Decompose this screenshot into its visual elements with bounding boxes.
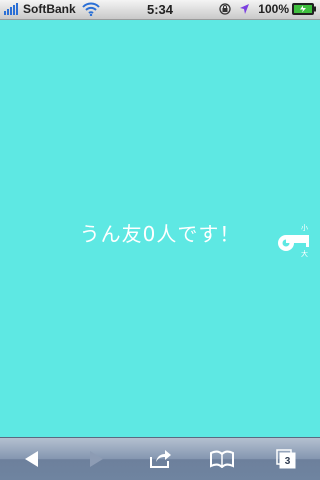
whistle-small-label: 小 [301,223,308,232]
share-icon [150,450,171,468]
bookmarks-button[interactable] [209,447,235,471]
browser-toolbar: 3 [0,437,320,480]
whistle-icon[interactable]: 小 大 [276,220,310,260]
status-bar: SoftBank 5:34 100% [0,0,320,20]
battery-icon [292,3,316,15]
back-button[interactable] [19,447,45,471]
forward-button[interactable] [83,447,109,471]
share-button[interactable] [147,447,173,471]
back-arrow-icon [25,451,38,467]
status-right: 100% [219,2,316,16]
main-content: うん友0人です！ 小 大 [0,20,320,437]
tabs-button[interactable]: 3 [273,447,299,471]
friend-count-message: うん友0人です！ [79,222,241,246]
whistle-large-label: 大 [301,249,308,258]
rotation-lock-icon [219,3,231,15]
bookmarks-book-icon [210,450,234,468]
forward-arrow-icon [90,451,103,467]
tabs-count: 3 [284,456,291,467]
battery-percent: 100% [258,2,289,16]
location-arrow-icon [240,4,250,14]
